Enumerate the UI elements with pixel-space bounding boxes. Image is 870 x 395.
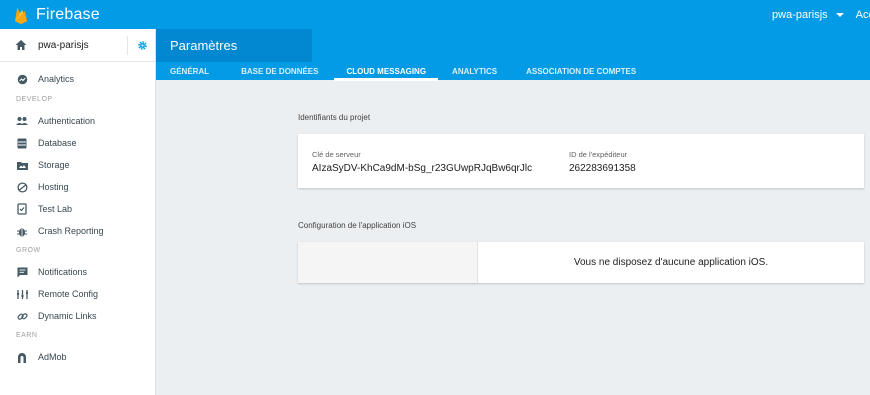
- account-link[interactable]: Acc: [856, 9, 870, 21]
- section-earn: EARN: [16, 331, 38, 339]
- test-lab-icon: [16, 203, 28, 215]
- credentials-card: Clé de serveur AIzaSyDV-KhCa9dM-bSg_r23G…: [298, 134, 864, 188]
- sidebar-item-database[interactable]: Database: [0, 132, 155, 154]
- tab-cloud-messaging[interactable]: CLOUD MESSAGING: [334, 62, 438, 81]
- sidebar-item-admob[interactable]: AdMob: [0, 346, 155, 368]
- main-content: Identifiants du projet Clé de serveur AI…: [156, 80, 870, 395]
- credentials-section-title: Identifiants du projet: [298, 113, 371, 122]
- tab-database[interactable]: BASE DE DONNÉES: [241, 62, 318, 80]
- tab-account-linking[interactable]: ASSOCIATION DE COMPTES: [526, 62, 636, 80]
- ios-section-title: Configuration de l'application iOS: [298, 221, 417, 230]
- admob-icon: [16, 351, 28, 363]
- sidebar-item-label: Analytics: [38, 74, 75, 84]
- page-title: Paramètres: [170, 38, 238, 53]
- sidebar-item-remote-config[interactable]: Remote Config: [0, 283, 155, 305]
- sidebar-item-analytics[interactable]: Analytics: [0, 68, 155, 90]
- sidebar-item-hosting[interactable]: Hosting: [0, 176, 155, 198]
- sidebar-item-crash-reporting[interactable]: Crash Reporting: [0, 220, 155, 242]
- sidebar-item-label: Crash Reporting: [38, 226, 104, 236]
- section-develop: DEVELOP: [16, 95, 53, 103]
- chevron-down-icon: [835, 12, 844, 17]
- account-area: pwa-parisjs Acc: [772, 0, 870, 29]
- home-icon: [15, 40, 27, 50]
- sender-id-label: ID de l'expéditeur: [569, 150, 628, 159]
- database-icon: [16, 137, 28, 149]
- sidebar-project-name: pwa-parisjs: [38, 39, 89, 51]
- firebase-flame-icon: [15, 7, 27, 24]
- ios-empty-message: Vous ne disposez d'aucune application iO…: [573, 257, 769, 268]
- project-selector[interactable]: pwa-parisjs: [772, 9, 844, 21]
- sidebar-item-label: Hosting: [38, 182, 69, 192]
- server-key-label: Clé de serveur: [312, 150, 361, 159]
- bug-icon: [16, 225, 28, 237]
- project-selector-label: pwa-parisjs: [772, 8, 828, 21]
- app-title: Firebase: [36, 5, 100, 23]
- analytics-icon: [16, 73, 28, 85]
- settings-button[interactable]: [127, 36, 157, 55]
- sidebar-item-label: Test Lab: [38, 204, 73, 214]
- sidebar-item-label: Remote Config: [38, 289, 99, 299]
- sidebar-item-label: AdMob: [38, 352, 67, 362]
- section-grow: GROW: [16, 246, 41, 254]
- sidebar-item-storage[interactable]: Storage: [0, 154, 155, 176]
- sidebar-item-notifications[interactable]: Notifications: [0, 261, 155, 283]
- page-header: Paramètres GÉNÉRAL BASE DE DONNÉES CLOUD…: [156, 29, 870, 81]
- globe-icon: [16, 181, 28, 193]
- sidebar-item-authentication[interactable]: Authentication: [0, 110, 155, 132]
- gear-icon: [138, 41, 147, 50]
- sidebar-item-test-lab[interactable]: Test Lab: [0, 198, 155, 220]
- sidebar-item-label: Authentication: [38, 116, 96, 126]
- sender-id-value[interactable]: 262283691358: [569, 163, 636, 174]
- link-icon: [16, 310, 28, 322]
- tab-general[interactable]: GÉNÉRAL: [170, 62, 209, 80]
- tab-analytics[interactable]: ANALYTICS: [452, 62, 497, 80]
- folder-icon: [16, 159, 28, 171]
- message-icon: [16, 266, 28, 278]
- ios-config-card: Vous ne disposez d'aucune application iO…: [298, 242, 864, 283]
- ios-app-list-panel: [298, 242, 478, 283]
- sidebar-item-label: Database: [38, 138, 77, 148]
- people-icon: [16, 115, 28, 127]
- settings-tabs: GÉNÉRAL BASE DE DONNÉES CLOUD MESSAGING …: [156, 62, 636, 81]
- sidebar-project-row[interactable]: pwa-parisjs: [0, 29, 155, 62]
- sidebar-item-label: Notifications: [38, 267, 88, 277]
- sidebar-item-label: Storage: [38, 160, 70, 170]
- sidebar: pwa-parisjs Analytics DEVELOP Authentica…: [0, 29, 156, 395]
- firebase-logo[interactable]: Firebase: [14, 6, 100, 24]
- remote-config-icon: [16, 288, 28, 300]
- sidebar-item-label: Dynamic Links: [38, 311, 97, 321]
- sidebar-item-dynamic-links[interactable]: Dynamic Links: [0, 305, 155, 327]
- top-app-bar: Firebase pwa-parisjs Acc: [0, 0, 870, 29]
- server-key-value[interactable]: AIzaSyDV-KhCa9dM-bSg_r23GUwpRJqBw6qrJlc: [312, 163, 532, 174]
